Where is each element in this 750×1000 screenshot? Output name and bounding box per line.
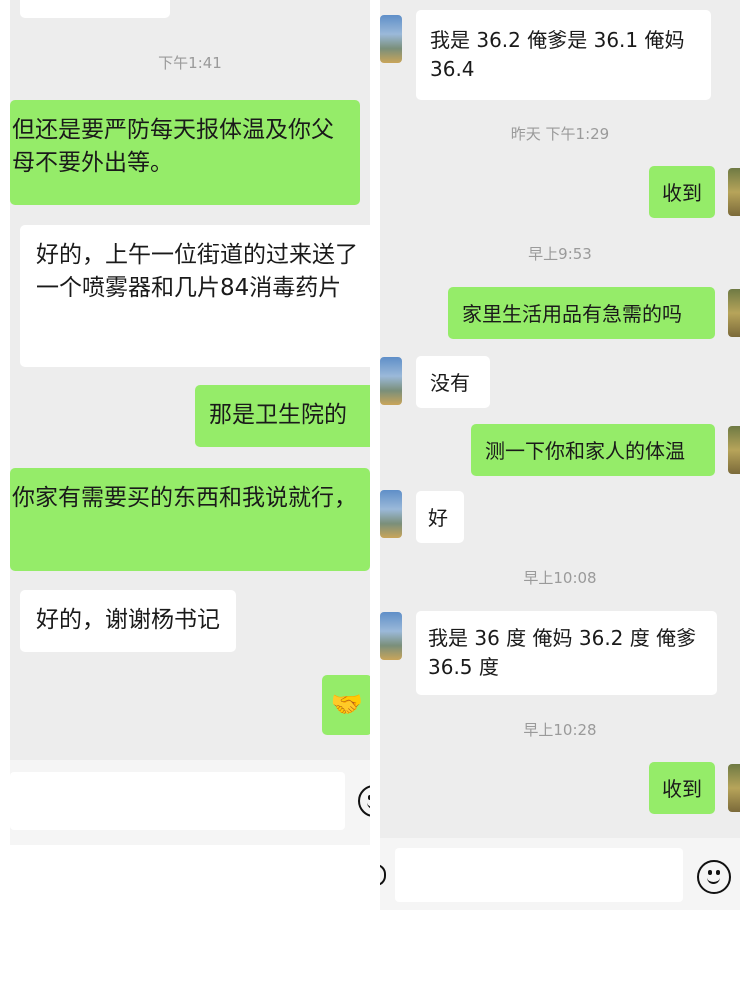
sent-message[interactable]: 收到: [649, 166, 715, 218]
my-avatar: [728, 289, 740, 337]
timestamp: 早上10:28: [523, 721, 597, 739]
sent-message[interactable]: 家里生活用品有急需的吗: [448, 287, 715, 339]
my-avatar: [728, 764, 740, 812]
timestamp: 早上10:08: [523, 569, 597, 587]
received-message[interactable]: 我是 36 度 俺妈 36.2 度 俺爹 36.5 度: [416, 611, 717, 695]
input-bar: [10, 760, 370, 845]
my-avatar: [728, 168, 740, 216]
received-message[interactable]: 好的，上午一位街道的过来送了一个喷雾器和几片84消毒药片: [20, 225, 370, 367]
sent-message[interactable]: 测一下你和家人的体温: [471, 424, 715, 476]
smiley-face-icon[interactable]: [697, 860, 731, 894]
cut-voice-icon: [380, 864, 386, 886]
message-input[interactable]: [10, 772, 345, 830]
left-chat-screenshot: 下午1:41 但还是要严防每天报体温及你父母不要外出等。 好的，上午一位街道的过…: [10, 0, 370, 845]
smiley-face-icon[interactable]: [358, 785, 370, 817]
received-message[interactable]: 我是 36.2 俺爹是 36.1 俺妈 36.4: [416, 10, 711, 100]
message-input[interactable]: [395, 848, 683, 902]
right-chat-screenshot: 我是 36.2 俺爹是 36.1 俺妈 36.4 昨天 下午1:29 收到 早上…: [380, 0, 740, 910]
contact-avatar: [380, 357, 402, 405]
input-bar: [380, 838, 740, 910]
sent-message[interactable]: 但还是要严防每天报体温及你父母不要外出等。: [10, 100, 360, 205]
my-avatar: [728, 426, 740, 474]
contact-avatar: [380, 490, 402, 538]
received-message[interactable]: 没有: [416, 356, 490, 408]
timestamp: 早上9:53: [528, 245, 592, 263]
received-message[interactable]: 好: [416, 491, 464, 543]
top-cut-bubble: [20, 0, 170, 18]
sent-message[interactable]: 你家有需要买的东西和我说就行，: [10, 468, 370, 571]
timestamp: 昨天 下午1:29: [510, 125, 610, 143]
timestamp: 下午1:41: [158, 54, 222, 72]
sent-message[interactable]: 那是卫生院的: [195, 385, 370, 447]
sent-handshake-emoji[interactable]: 🤝: [322, 675, 370, 735]
contact-avatar: [380, 612, 402, 660]
received-message[interactable]: 好的，谢谢杨书记: [20, 590, 236, 652]
contact-avatar: [380, 15, 402, 63]
sent-message[interactable]: 收到: [649, 762, 715, 814]
